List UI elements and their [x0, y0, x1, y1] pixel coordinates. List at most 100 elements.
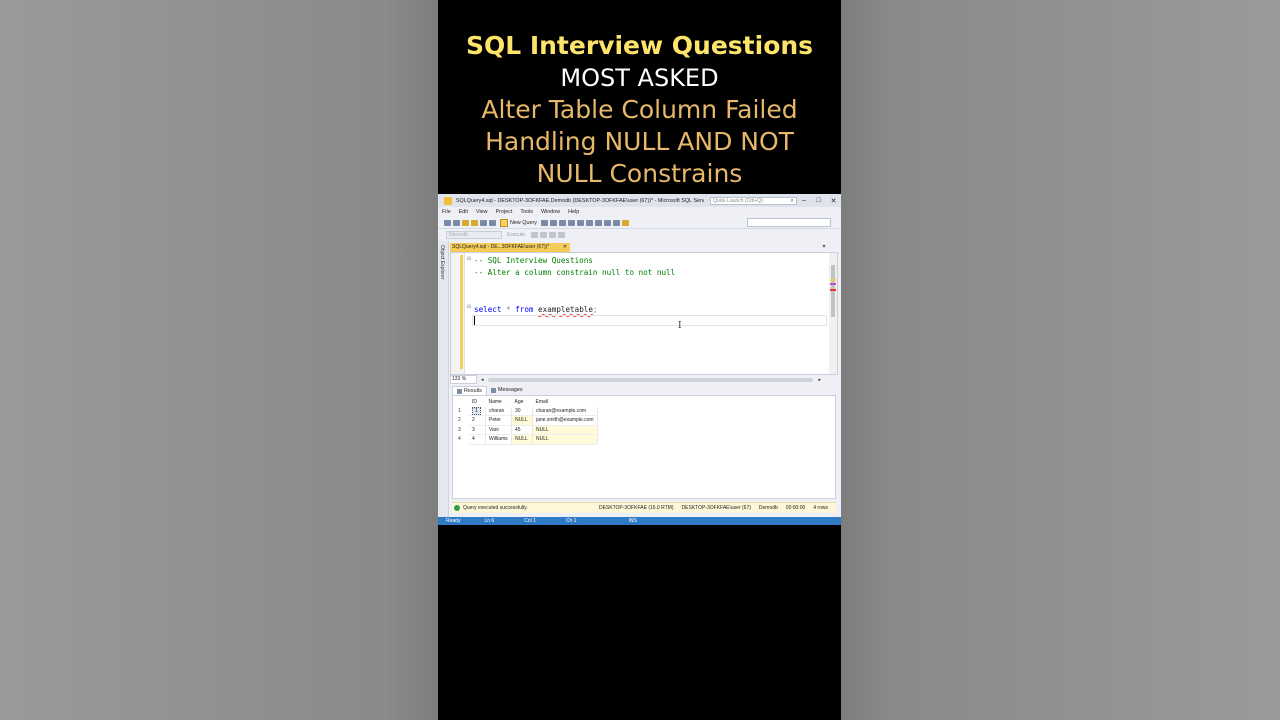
table-row[interactable]: 4 4 Williams NULL NULL: [455, 434, 598, 445]
table-row[interactable]: 1 1 charan 30 charan@example.com: [455, 406, 598, 416]
zoom-select[interactable]: 133 %: [450, 375, 477, 384]
table-cell[interactable]: Peter: [485, 415, 512, 426]
close-button[interactable]: ✕: [826, 197, 841, 205]
table-cell[interactable]: Williams: [485, 434, 512, 445]
debug-icon[interactable]: [621, 219, 629, 226]
row-number[interactable]: 2: [455, 416, 469, 426]
editor-gutter: [451, 253, 465, 374]
overlay-titles: SQL Interview Questions MOST ASKED Alter…: [438, 30, 841, 190]
table-cell[interactable]: 3: [469, 425, 486, 435]
undo-icon[interactable]: [603, 219, 611, 226]
table-cell[interactable]: 2: [469, 415, 486, 426]
overlay-topic-line1: Alter Table Column Failed: [481, 95, 798, 124]
quick-launch-placeholder: Quick Launch (Ctrl+Q): [712, 197, 763, 204]
query-status-bar: Query executed successfully. DESKTOP-3OF…: [452, 502, 836, 513]
table-cell[interactable]: NULL: [532, 434, 598, 445]
collapse-icon[interactable]: ⊟: [467, 304, 471, 310]
save-all-icon[interactable]: [489, 219, 496, 226]
redo-icon[interactable]: [612, 219, 620, 226]
horizontal-scrollbar[interactable]: [487, 377, 813, 382]
scroll-left-icon[interactable]: ◂: [481, 377, 484, 383]
forward-icon[interactable]: [453, 219, 460, 226]
row-number[interactable]: 4: [455, 435, 469, 445]
tab-sqlquery4[interactable]: SQLQuery4.sql - DE...3OFKFAE\user (67))*…: [450, 243, 570, 252]
parse-icon[interactable]: [540, 232, 548, 238]
menu-file[interactable]: File: [442, 209, 451, 215]
menu-window[interactable]: Window: [541, 209, 560, 215]
scroll-marker: [830, 289, 836, 291]
tab-messages[interactable]: Messages: [487, 386, 527, 395]
row-number[interactable]: 1: [455, 407, 469, 416]
collapse-icon[interactable]: ⊟: [467, 256, 471, 262]
scroll-thumb[interactable]: [831, 265, 835, 317]
open-folder-icon[interactable]: [471, 219, 478, 226]
table-cell[interactable]: NULL: [532, 425, 598, 435]
copy-icon[interactable]: [585, 219, 593, 226]
mdx-icon[interactable]: [549, 219, 557, 226]
table-cell[interactable]: 30: [511, 406, 533, 416]
debug-query-icon[interactable]: [531, 232, 539, 238]
column-header[interactable]: Name: [486, 398, 512, 407]
tab-close-icon[interactable]: ✕: [563, 243, 567, 252]
tab-results[interactable]: Results: [452, 386, 487, 395]
query-db-icon[interactable]: [540, 219, 548, 226]
maximize-button[interactable]: □: [811, 197, 826, 204]
menu-edit[interactable]: Edit: [459, 209, 468, 215]
ssms-app-icon: [444, 196, 452, 205]
table-cell[interactable]: Vani: [485, 425, 512, 435]
paste-icon[interactable]: [594, 219, 602, 226]
status-ready: Ready: [446, 518, 461, 524]
grid-icon: [457, 388, 462, 394]
table-cell[interactable]: NULL: [511, 434, 533, 445]
minimize-button[interactable]: –: [797, 197, 812, 204]
table-cell[interactable]: 4: [469, 434, 486, 445]
scroll-marker: [830, 283, 836, 285]
database-select[interactable]: Demodb: [446, 231, 502, 239]
column-header[interactable]: Email: [533, 398, 598, 407]
scroll-right-icon[interactable]: ▸: [819, 377, 822, 383]
query-editor[interactable]: ⊟ ⊟ -- SQL Interview Questions -- Alter …: [450, 252, 838, 375]
table-cell[interactable]: 1: [469, 406, 486, 416]
cut-icon[interactable]: [576, 219, 584, 226]
column-header[interactable]: ID: [469, 398, 486, 407]
menu-project[interactable]: Project: [496, 209, 513, 215]
video-frame: SQL Interview Questions MOST ASKED Alter…: [438, 0, 841, 720]
results-grid[interactable]: ID Name Age Email 1 1 charan 30 charan@e…: [452, 395, 836, 499]
xmla-icon[interactable]: [567, 219, 575, 226]
dmx-icon[interactable]: [558, 219, 566, 226]
overlay-subtitle: MOST ASKED: [560, 64, 719, 92]
editor-bottom-bar: 133 % ◂ ▸: [450, 375, 838, 384]
new-file-icon[interactable]: [462, 219, 469, 226]
editor-vertical-scrollbar[interactable]: [829, 253, 837, 374]
row-number[interactable]: 3: [455, 425, 469, 435]
results-grid-icon[interactable]: [549, 232, 557, 238]
save-icon[interactable]: [480, 219, 487, 226]
table-row[interactable]: 3 3 Vani 45 NULL: [455, 425, 598, 435]
search-icon: ⌕: [790, 197, 794, 204]
menu-help[interactable]: Help: [568, 209, 579, 215]
quick-launch-input[interactable]: Quick Launch (Ctrl+Q) ⌕: [709, 196, 797, 205]
new-query-button[interactable]: New Query: [500, 219, 537, 227]
menu-tools[interactable]: Tools: [520, 209, 533, 215]
table-cell[interactable]: jane.smith@example.com: [532, 415, 598, 426]
status-bar: Ready Ln 6 Col 1 Ch 1 INS: [438, 517, 841, 525]
menu-view[interactable]: View: [476, 209, 488, 215]
object-explorer-strip[interactable]: Object Explorer: [438, 241, 449, 517]
row-count: 4 rows: [813, 505, 828, 511]
status-col: Col 1: [524, 518, 536, 524]
table-cell[interactable]: charan: [485, 406, 512, 416]
comment-icon[interactable]: [558, 232, 566, 238]
tab-dropdown-icon[interactable]: ▾: [819, 243, 829, 252]
table-cell[interactable]: 45: [511, 425, 533, 435]
table-cell[interactable]: NULL: [511, 415, 533, 426]
solution-config-select[interactable]: [747, 218, 831, 227]
execute-button[interactable]: Execute: [507, 232, 525, 238]
query-status-message: Query executed successfully.: [463, 505, 528, 511]
object-explorer-label: Object Explorer: [439, 245, 445, 280]
elapsed-time: 00:00:00: [785, 505, 806, 511]
table-cell[interactable]: charan@example.com: [532, 406, 598, 416]
current-line-highlight: [472, 315, 827, 326]
table-row[interactable]: 2 2 Peter NULL jane.smith@example.com: [455, 415, 598, 426]
back-icon[interactable]: [444, 219, 451, 226]
column-header[interactable]: Age: [512, 398, 533, 407]
